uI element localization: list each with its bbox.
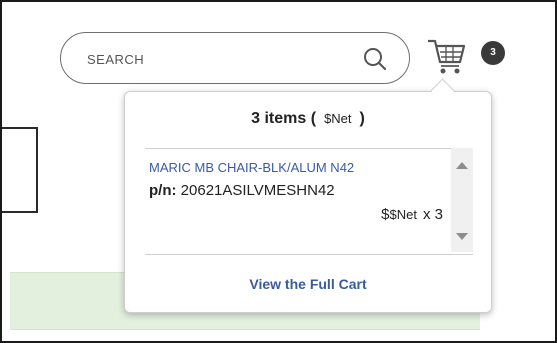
- header-close-paren: ): [359, 110, 365, 127]
- cart-dropdown-header: 3 items ( $Net): [125, 110, 491, 128]
- chevron-up-icon[interactable]: [456, 162, 468, 169]
- cart-item-list[interactable]: MARIC MB CHAIR-BLK/ALUM N42 p/n: 20621AS…: [145, 148, 473, 252]
- screenshot-frame: 3 3 items ( $Net) MARIC MB CHAIR-BLK/ALUM…: [0, 0, 557, 343]
- side-panel-box: [2, 127, 38, 213]
- cart-count-badge[interactable]: 3: [481, 41, 505, 65]
- chevron-down-icon[interactable]: [456, 233, 468, 240]
- cart-item-price: $$Net x 3: [381, 206, 443, 223]
- part-number-label: p/n:: [149, 182, 177, 199]
- cart-item-part-number: p/n: 20621ASILVMESHN42: [149, 182, 335, 199]
- part-number-value: 20621ASILVMESHN42: [180, 182, 335, 199]
- cart-icon[interactable]: [426, 35, 468, 77]
- view-full-cart-link[interactable]: View the Full Cart: [125, 276, 491, 292]
- cart-dropdown: 3 items ( $Net) MARIC MB CHAIR-BLK/ALUM N…: [124, 91, 492, 313]
- search-icon[interactable]: [361, 45, 389, 73]
- price-currency: $: [381, 206, 390, 223]
- item-quantity: x 3: [422, 206, 443, 223]
- cart-total-net: $Net: [324, 111, 352, 126]
- divider-bottom: [145, 254, 473, 255]
- search-bar[interactable]: [60, 32, 410, 84]
- price-net: $Net: [389, 207, 417, 222]
- item-list-scrollbar[interactable]: [451, 148, 473, 252]
- search-input[interactable]: [85, 47, 329, 71]
- cart-item-name[interactable]: MARIC MB CHAIR-BLK/ALUM N42: [149, 160, 354, 175]
- item-count-label: 3 items (: [251, 110, 317, 127]
